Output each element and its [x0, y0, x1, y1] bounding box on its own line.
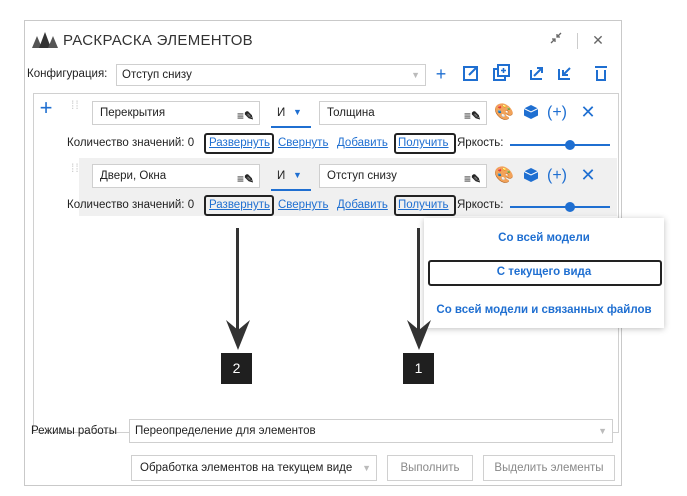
menu-item-current-view[interactable]: С текущего вида — [424, 266, 664, 278]
category-value: Двери, Окна — [100, 170, 167, 182]
cube-icon[interactable] — [521, 167, 541, 188]
menu-item-model-and-links[interactable]: Со всей модели и связанных файлов — [424, 304, 664, 316]
callout-badge-2: 2 — [221, 353, 252, 384]
highlight-box — [204, 133, 274, 154]
modes-select[interactable]: Переопределение для элементов ▼ — [129, 419, 613, 443]
collapse-link[interactable]: Свернуть — [278, 137, 328, 149]
modes-label: Режимы работы — [31, 425, 117, 437]
import-config-icon[interactable] — [555, 64, 575, 86]
operator-value[interactable]: И — [277, 107, 285, 119]
count-label: Количество значений: 0 — [67, 199, 195, 211]
window-title: РАСКРАСКА ЭЛЕМЕНТОВ — [63, 32, 253, 49]
edit-list-icon[interactable]: ≡✎ — [464, 105, 481, 127]
edit-config-icon[interactable] — [461, 64, 481, 86]
add-link[interactable]: Добавить — [337, 137, 388, 149]
palette-icon[interactable]: 🎨 — [494, 104, 514, 122]
scope-value: Обработка элементов на текущем виде — [140, 462, 353, 474]
brightness-slider[interactable] — [510, 206, 610, 208]
configuration-select[interactable]: Отступ снизу ▼ — [116, 64, 426, 86]
count-label: Количество значений: 0 — [67, 137, 195, 149]
brightness-label: Яркость: — [457, 199, 504, 211]
menu-item-whole-model[interactable]: Со всей модели — [424, 232, 664, 244]
close-button[interactable]: ✕ — [587, 29, 609, 51]
delete-config-icon[interactable] — [591, 64, 611, 86]
operator-underline — [271, 189, 311, 191]
configuration-row: Конфигурация: Отступ снизу ▼ + — [25, 63, 621, 89]
category-field[interactable]: Перекрытия ≡✎ — [92, 101, 260, 125]
highlight-box — [394, 133, 456, 154]
select-elements-button[interactable]: Выделить элементы — [483, 455, 615, 481]
brightness-slider[interactable] — [510, 144, 610, 146]
brightness-knob[interactable] — [565, 140, 575, 150]
parameter-value: Отступ снизу — [327, 170, 397, 182]
parameter-value: Толщина — [327, 107, 375, 119]
scope-select[interactable]: Обработка элементов на текущем виде ▼ — [131, 455, 377, 481]
drag-handle-icon[interactable]: ⁞⁞ — [71, 99, 79, 120]
brightness-knob[interactable] — [565, 202, 575, 212]
brightness-label: Яркость: — [457, 137, 504, 149]
operator-value[interactable]: И — [277, 170, 285, 182]
chevron-down-icon[interactable]: ▼ — [293, 170, 302, 180]
parameter-field[interactable]: Толщина ≡✎ — [319, 101, 487, 125]
add-rule-icon[interactable]: + — [36, 97, 56, 119]
collapse-link[interactable]: Свернуть — [278, 199, 328, 211]
category-value: Перекрытия — [100, 107, 166, 119]
add-config-icon[interactable]: + — [431, 64, 451, 84]
run-button[interactable]: Выполнить — [387, 455, 473, 481]
edit-list-icon[interactable]: ≡✎ — [237, 105, 254, 127]
callout-badge-1: 1 — [403, 353, 434, 384]
configuration-value: Отступ снизу — [122, 69, 192, 81]
chevron-down-icon[interactable]: ▼ — [293, 107, 302, 117]
remove-rule-icon[interactable]: ✕ — [578, 166, 598, 184]
palette-icon[interactable]: 🎨 — [494, 167, 514, 185]
category-field[interactable]: Двери, Окна ≡✎ — [92, 164, 260, 188]
chevron-down-icon: ▼ — [411, 70, 420, 80]
drag-handle-icon[interactable]: ⁞⁞ — [71, 162, 79, 183]
title-bar: РАСКРАСКА ЭЛЕМЕНТОВ ✕ — [25, 21, 621, 59]
modes-value: Переопределение для элементов — [135, 425, 316, 437]
highlight-box — [204, 195, 274, 216]
get-values-menu: Со всей модели С текущего вида Со всей м… — [424, 218, 664, 328]
shrink-arrows-icon[interactable] — [545, 29, 567, 51]
chevron-down-icon: ▼ — [362, 463, 371, 473]
add-link[interactable]: Добавить — [337, 199, 388, 211]
operator-underline — [271, 126, 311, 128]
chevron-down-icon: ▼ — [598, 426, 607, 436]
export-config-icon[interactable] — [527, 64, 547, 86]
cube-icon[interactable] — [521, 104, 541, 125]
add-circle-icon[interactable]: (+) — [547, 104, 567, 122]
remove-rule-icon[interactable]: ✕ — [578, 103, 598, 121]
add-circle-icon[interactable]: (+) — [547, 167, 567, 185]
configuration-label: Конфигурация: — [27, 68, 108, 80]
title-separator — [577, 33, 578, 49]
edit-list-icon[interactable]: ≡✎ — [237, 168, 254, 190]
highlight-box — [394, 195, 456, 216]
edit-list-icon[interactable]: ≡✎ — [464, 168, 481, 190]
duplicate-config-icon[interactable] — [491, 64, 511, 86]
app-logo-icon — [32, 32, 58, 48]
parameter-field[interactable]: Отступ снизу ≡✎ — [319, 164, 487, 188]
